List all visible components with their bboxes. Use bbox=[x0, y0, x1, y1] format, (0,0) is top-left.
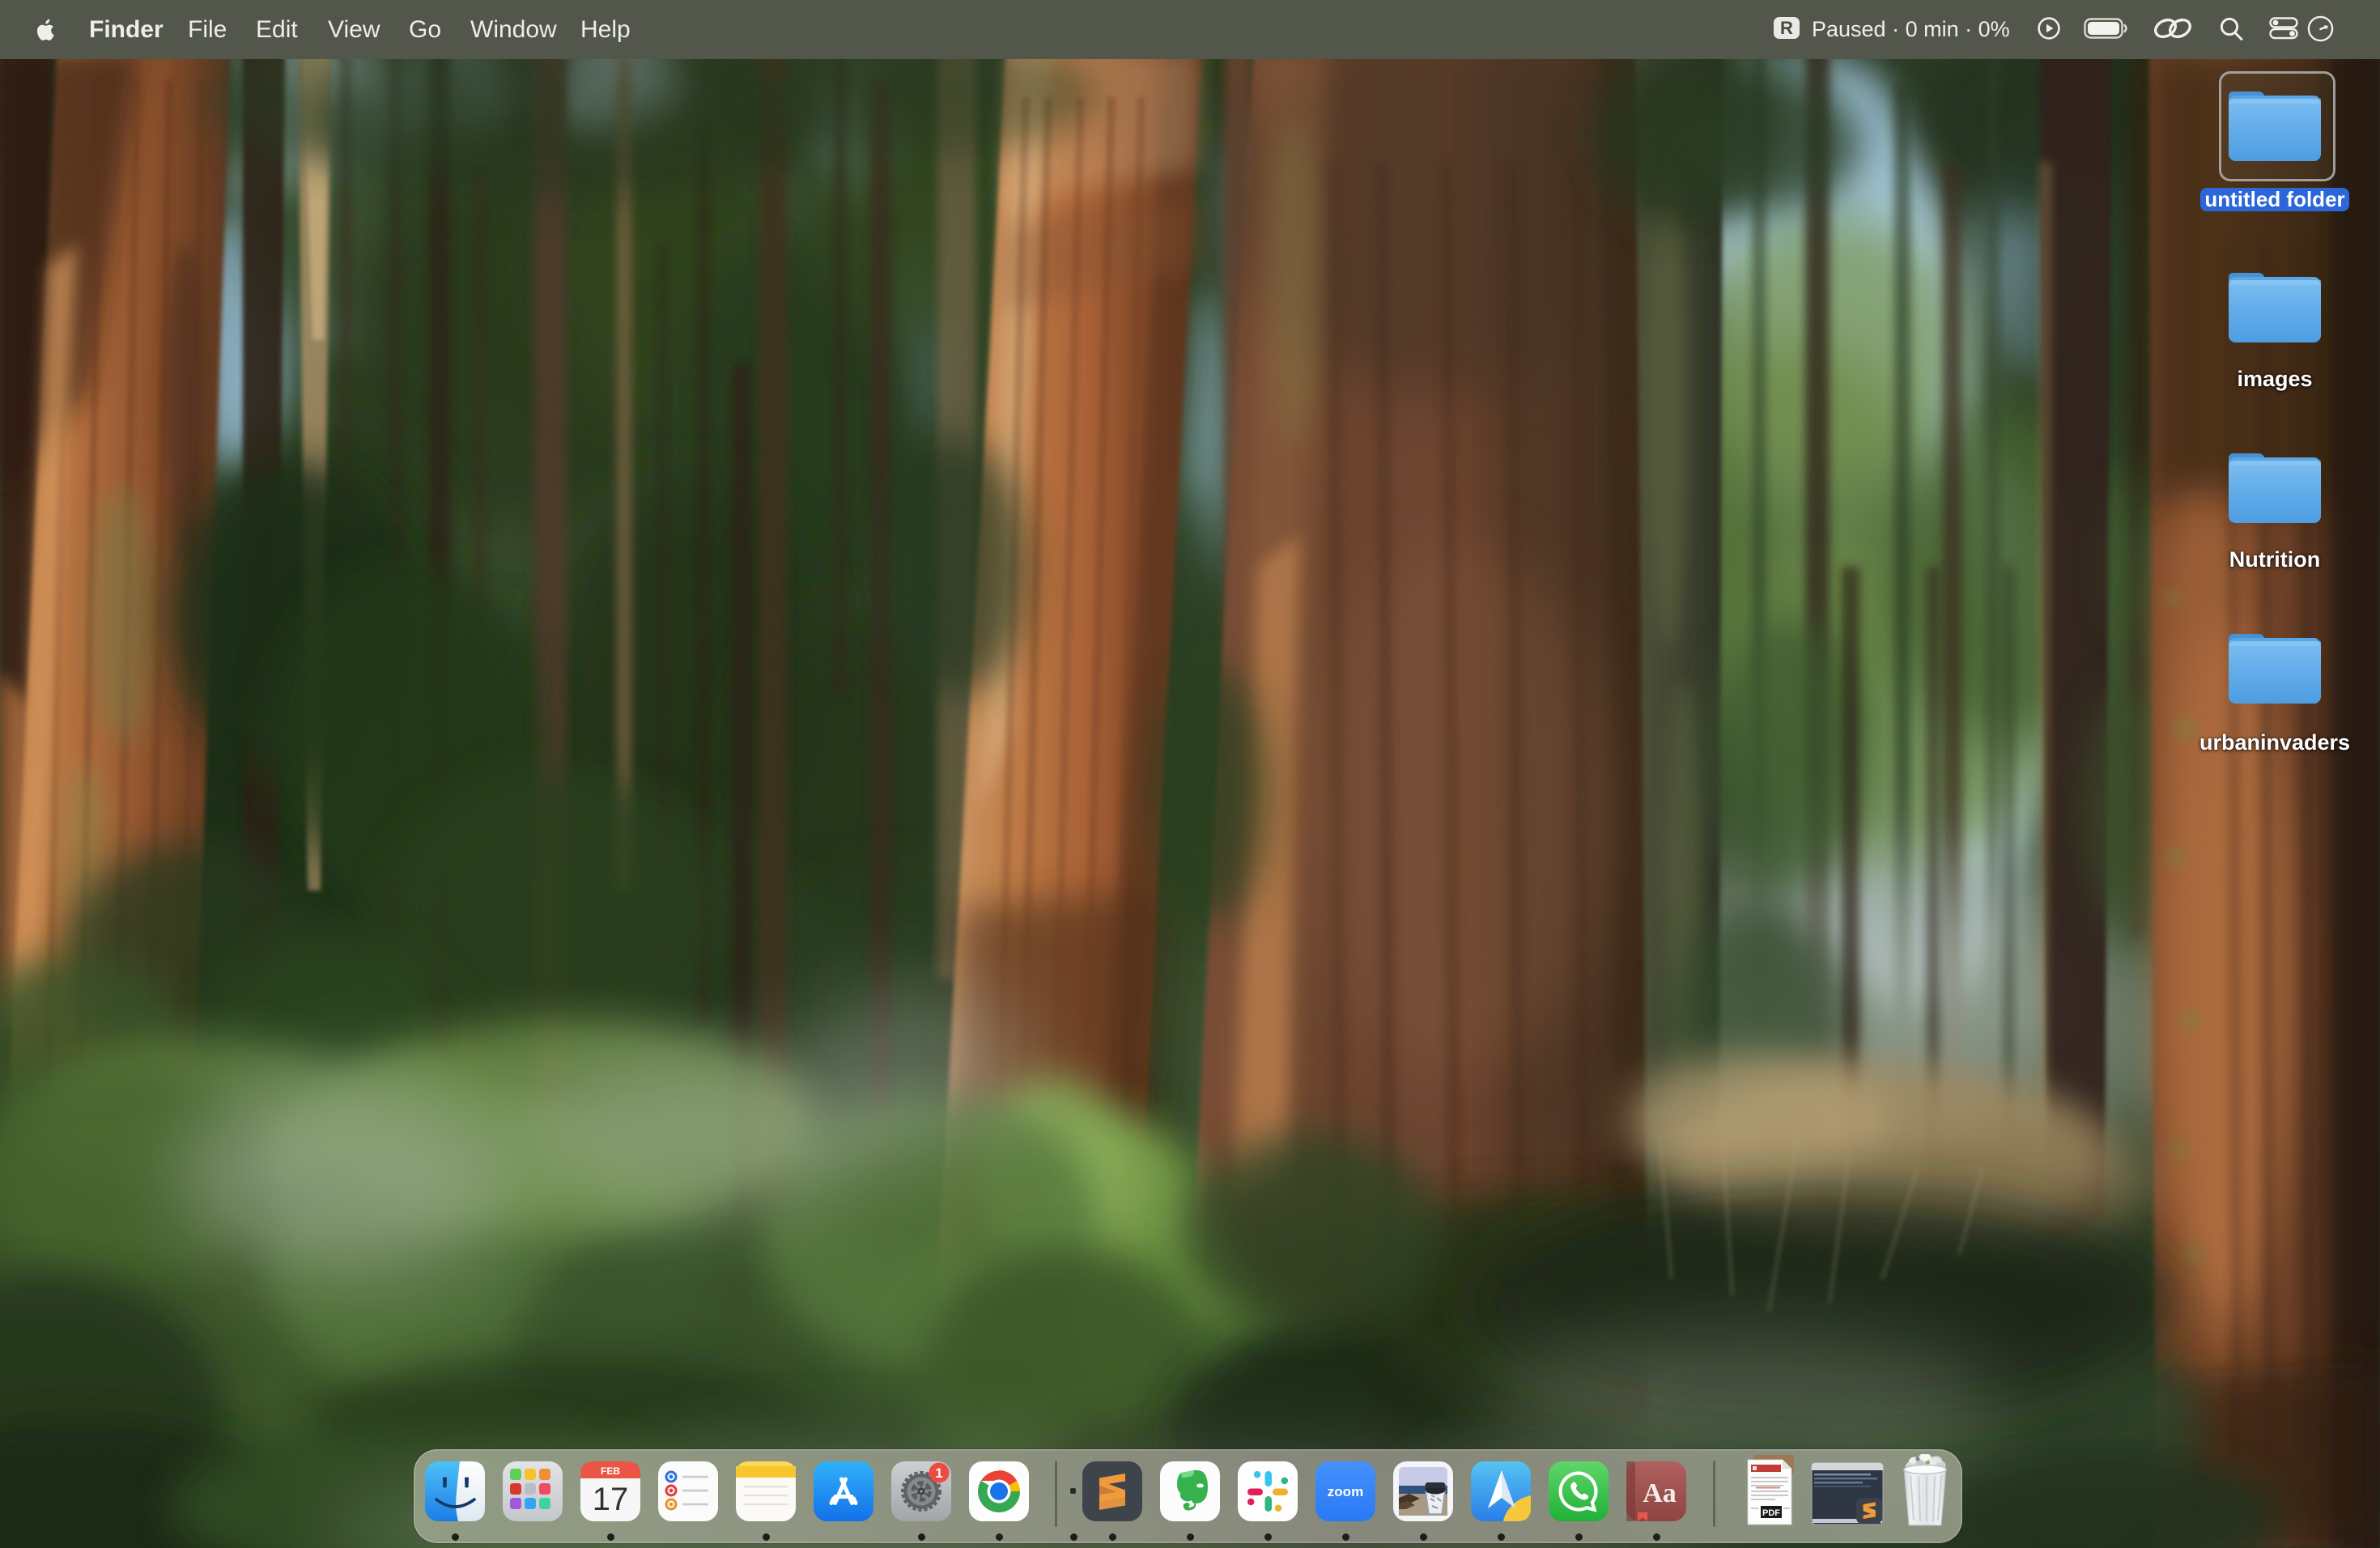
svg-text:PDF: PDF bbox=[1762, 1508, 1780, 1518]
svg-text:Aa: Aa bbox=[1643, 1478, 1677, 1508]
svg-text:17: 17 bbox=[593, 1482, 629, 1517]
svg-text:zoom: zoom bbox=[1328, 1484, 1363, 1499]
svg-text:FEB: FEB bbox=[601, 1465, 620, 1477]
svg-text:1: 1 bbox=[935, 1465, 942, 1481]
